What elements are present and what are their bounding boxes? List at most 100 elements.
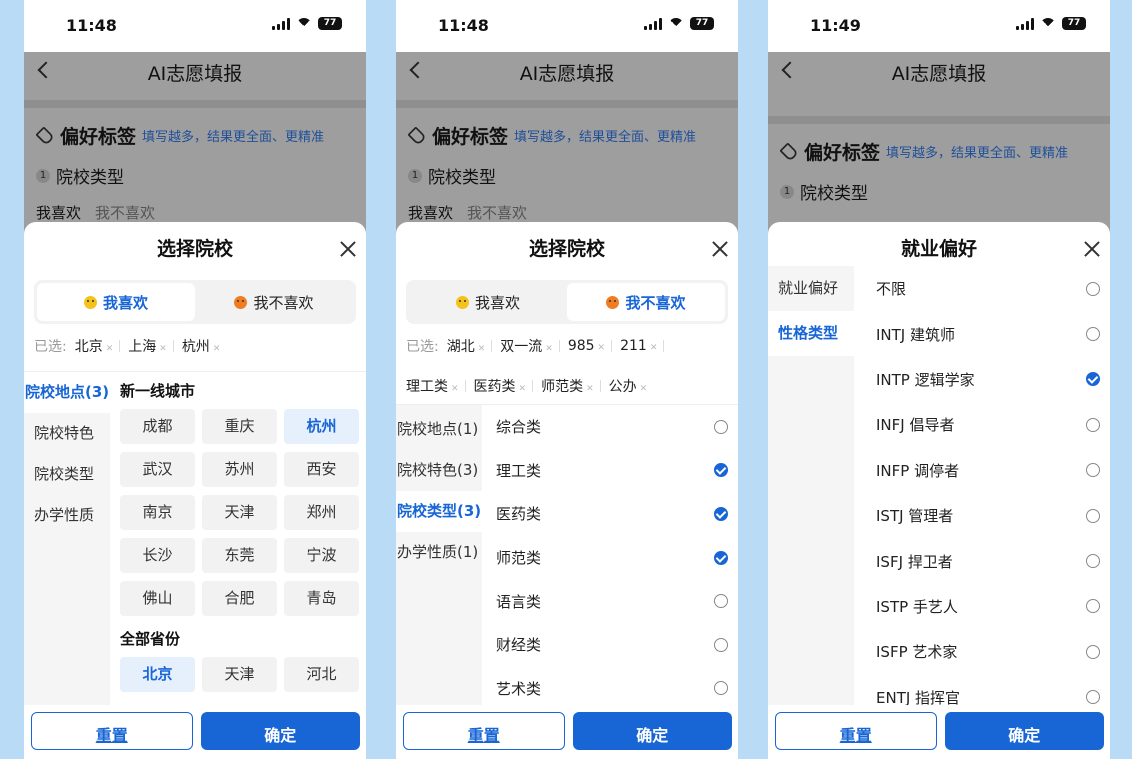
city-option[interactable]: 杭州 [284, 409, 359, 444]
wifi-icon [1040, 17, 1056, 30]
seg-like-label: 我喜欢 [102, 293, 148, 312]
radio-icon [1086, 327, 1100, 342]
sidebar-item-feature[interactable]: 院校特色 [24, 413, 110, 454]
option-row[interactable]: ISTP 手艺人 [876, 584, 1100, 629]
reset-button[interactable]: 重置 [775, 712, 937, 750]
option-row[interactable]: 语言类 [496, 579, 728, 623]
sidebar-item-type[interactable]: 院校类型(3) [396, 491, 482, 532]
confirm-button[interactable]: 确定 [944, 712, 1104, 750]
city-option[interactable]: 青岛 [284, 581, 359, 616]
selected-chip[interactable]: 985 ✕ [568, 338, 605, 354]
option-row[interactable]: 不限 [876, 266, 1100, 311]
city-option[interactable]: 武汉 [120, 452, 195, 487]
option-row[interactable]: 艺术类 [496, 667, 728, 711]
city-option[interactable]: 西安 [284, 452, 359, 487]
dislikes-tab[interactable]: 我不喜欢 [467, 202, 527, 223]
selected-chip[interactable]: 湖北 ✕ [447, 336, 486, 356]
seg-like[interactable]: 我喜欢 [37, 283, 195, 321]
city-option[interactable]: 长沙 [120, 538, 195, 573]
seg-like[interactable]: 我喜欢 [409, 283, 567, 321]
nav-bar: AI志愿填报 [768, 52, 1110, 96]
option-row[interactable]: INFP 调停者 [876, 448, 1100, 493]
selected-chip[interactable]: 双一流 ✕ [500, 336, 553, 356]
option-row[interactable]: INTP 逻辑学家 [876, 357, 1100, 402]
option-row[interactable]: INTJ 建筑师 [876, 311, 1100, 356]
sidebar-item-employment[interactable]: 就业偏好 [768, 266, 854, 311]
remove-icon: ✕ [451, 384, 459, 394]
section-number: 1 [36, 168, 50, 183]
sidebar-item-personality[interactable]: 性格类型 [768, 311, 854, 356]
pref-title: 偏好标签 [804, 142, 881, 164]
selected-chip[interactable]: 杭州 ✕ [182, 336, 221, 356]
tag-icon [779, 141, 799, 162]
close-icon[interactable] [340, 241, 356, 257]
seg-dislike-label: 我不喜欢 [625, 293, 686, 312]
radio-icon [714, 594, 728, 609]
option-row[interactable]: 医药类 [496, 492, 728, 536]
battery-icon: 77 [1062, 17, 1086, 30]
selected-chip[interactable]: 公办 ✕ [609, 376, 648, 396]
sidebar-item-feature[interactable]: 院校特色(3) [396, 450, 482, 491]
sidebar-item-nature[interactable]: 办学性质 [24, 495, 110, 536]
close-icon[interactable] [1084, 241, 1100, 257]
checked-icon [714, 506, 728, 521]
province-option[interactable]: 北京 [120, 657, 195, 692]
option-row[interactable]: 财经类 [496, 623, 728, 667]
city-option[interactable]: 天津 [202, 495, 277, 530]
remove-icon: ✕ [597, 343, 606, 353]
city-option[interactable]: 成都 [120, 409, 195, 444]
tag-icon [35, 125, 55, 146]
city-option[interactable]: 东莞 [202, 538, 277, 573]
option-row[interactable]: ISFJ 捍卫者 [876, 538, 1100, 583]
selected-chip[interactable]: 师范类 ✕ [541, 376, 594, 396]
sidebar-item-location[interactable]: 院校地点(3) [24, 372, 110, 413]
city-option[interactable]: 南京 [120, 495, 195, 530]
dislikes-tab[interactable]: 我不喜欢 [95, 202, 155, 223]
seg-dislike[interactable]: 我不喜欢 [195, 283, 353, 321]
sheet-title: 选择院校 [156, 238, 233, 260]
radio-icon [1086, 690, 1100, 705]
reset-button[interactable]: 重置 [31, 712, 193, 750]
city-option[interactable]: 重庆 [202, 409, 277, 444]
option-row[interactable]: 师范类 [496, 536, 728, 580]
sidebar-item-location[interactable]: 院校地点(1) [396, 409, 482, 450]
confirm-button[interactable]: 确定 [200, 712, 360, 750]
selected-chip[interactable]: 医药类 ✕ [474, 376, 527, 396]
selected-chip[interactable]: 北京 ✕ [75, 336, 114, 356]
pref-title: 偏好标签 [60, 126, 137, 148]
selected-chip[interactable]: 理工类 ✕ [406, 376, 459, 396]
close-icon[interactable] [712, 241, 728, 257]
city-option[interactable]: 宁波 [284, 538, 359, 573]
selected-chip[interactable]: 上海 ✕ [128, 336, 167, 356]
selected-list: 已选: 湖北 ✕ 双一流 ✕ 985 ✕ 211 ✕ 理工类 ✕ 医药类 ✕ 师范类 ✕ 公办… [396, 324, 738, 396]
phone-screen-3: 11:49 77 AI志愿填报 偏好标签 填写越多，结果更全面、更精准 1 院校… [768, 0, 1110, 759]
city-option[interactable]: 苏州 [202, 452, 277, 487]
province-option[interactable]: 河北 [284, 657, 359, 692]
phone-screen-1: 11:48 77 AI志愿填报 偏好标签 填写越多，结果更全面、更精准 1 院校… [24, 0, 366, 759]
confirm-button[interactable]: 确定 [572, 712, 732, 750]
option-row[interactable]: 综合类 [496, 405, 728, 449]
option-row[interactable]: ISFP 艺术家 [876, 629, 1100, 674]
option-row[interactable]: INFJ 倡导者 [876, 402, 1100, 447]
option-row[interactable]: 理工类 [496, 449, 728, 493]
likes-tab[interactable]: 我喜欢 [408, 202, 453, 223]
city-option[interactable]: 郑州 [284, 495, 359, 530]
happy-face-icon [455, 295, 469, 309]
option-row[interactable]: ISTJ 管理者 [876, 493, 1100, 538]
sidebar-item-type[interactable]: 院校类型 [24, 454, 110, 495]
section-title: 院校类型 [56, 168, 124, 188]
divider [24, 100, 366, 108]
like-toggle: 我喜欢 我不喜欢 [34, 280, 356, 324]
seg-dislike[interactable]: 我不喜欢 [567, 283, 725, 321]
selected-list: 已选: 北京 ✕ 上海 ✕ 杭州 ✕ [24, 324, 366, 356]
sidebar-item-nature[interactable]: 办学性质(1) [396, 532, 482, 573]
status-time: 11:48 [66, 16, 117, 35]
radio-icon [1086, 599, 1100, 614]
city-option[interactable]: 佛山 [120, 581, 195, 616]
likes-tab[interactable]: 我喜欢 [36, 202, 81, 223]
province-option[interactable]: 天津 [202, 657, 277, 692]
radio-icon [1086, 417, 1100, 432]
reset-button[interactable]: 重置 [403, 712, 565, 750]
city-option[interactable]: 合肥 [202, 581, 277, 616]
selected-chip[interactable]: 211 ✕ [620, 338, 657, 354]
